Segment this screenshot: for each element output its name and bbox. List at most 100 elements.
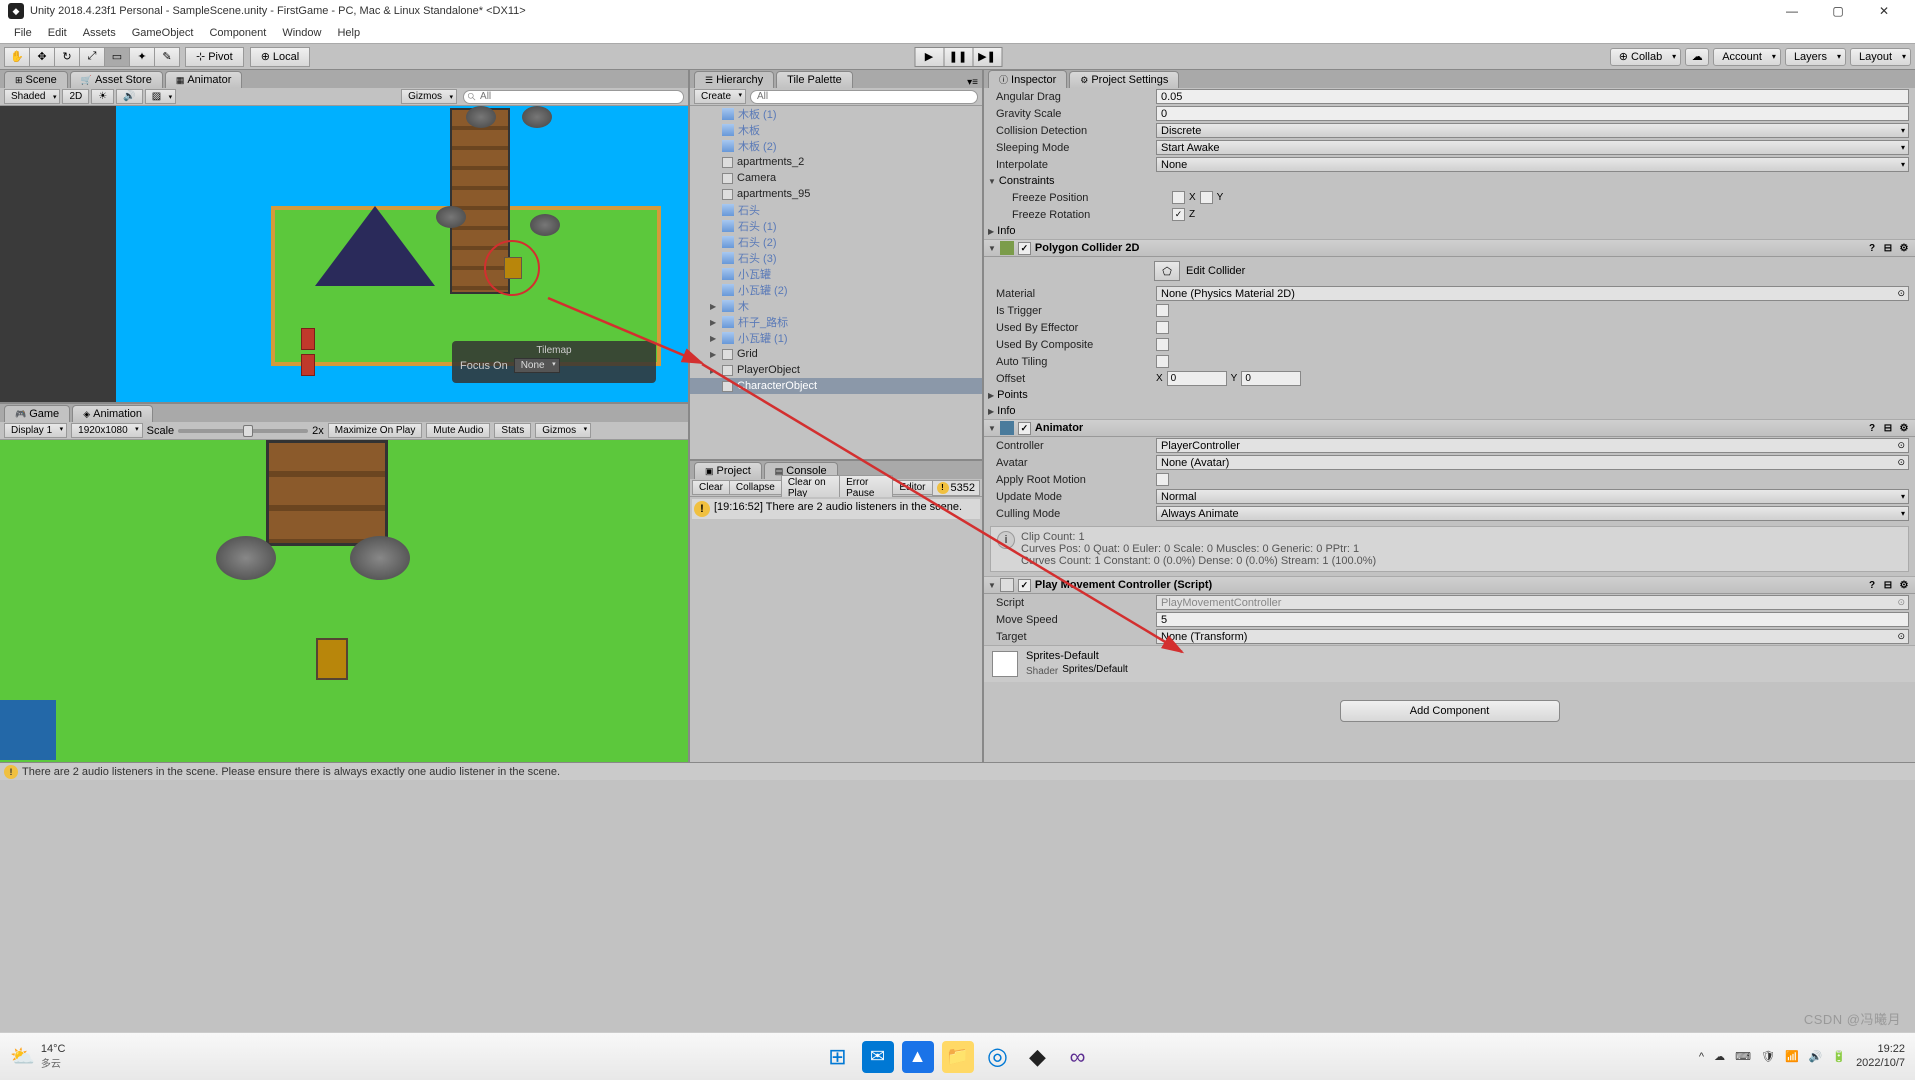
- tab-inspector[interactable]: ⓘInspector: [988, 70, 1067, 88]
- tab-scene[interactable]: ⊞Scene: [4, 71, 68, 88]
- freeze-y-checkbox[interactable]: [1200, 191, 1213, 204]
- add-component-button[interactable]: Add Component: [1340, 700, 1560, 722]
- tab-game[interactable]: 🎮Game: [4, 405, 70, 422]
- points-foldout[interactable]: ▶Points: [984, 387, 1915, 403]
- update-mode-select[interactable]: Normal: [1156, 489, 1909, 504]
- move-tool[interactable]: ✥: [29, 47, 55, 67]
- hierarchy-item[interactable]: apartments_95: [690, 186, 982, 202]
- 2d-toggle[interactable]: 2D: [62, 89, 89, 104]
- wifi-icon[interactable]: 📶: [1785, 1050, 1799, 1063]
- hand-tool[interactable]: ✋: [4, 47, 30, 67]
- chevron-up-icon[interactable]: ^: [1699, 1051, 1704, 1063]
- hierarchy-item[interactable]: ▶杆子_路标: [690, 314, 982, 330]
- gear-icon[interactable]: ⚙: [1897, 241, 1911, 255]
- hierarchy-item[interactable]: Camera: [690, 170, 982, 186]
- gear-icon[interactable]: ⚙: [1897, 578, 1911, 592]
- angular-drag-field[interactable]: 0.05: [1156, 89, 1909, 104]
- console-message[interactable]: ! [19:16:52] There are 2 audio listeners…: [692, 499, 980, 519]
- help-icon[interactable]: ?: [1865, 578, 1879, 592]
- menu-assets[interactable]: Assets: [75, 25, 124, 41]
- clear-button[interactable]: Clear: [692, 480, 730, 495]
- unity-app-icon[interactable]: ◆: [1022, 1041, 1054, 1073]
- weather-widget[interactable]: ⛅ 14°C多云: [10, 1043, 65, 1070]
- scene-view[interactable]: Tilemap Focus On None: [0, 106, 688, 402]
- tab-tile-palette[interactable]: Tile Palette: [776, 71, 853, 88]
- freeze-z-checkbox[interactable]: ✓: [1172, 208, 1185, 221]
- preset-icon[interactable]: ⊟: [1881, 421, 1895, 435]
- tab-animator[interactable]: ▦Animator: [165, 71, 243, 88]
- collapse-button[interactable]: Collapse: [729, 480, 782, 495]
- hierarchy-item[interactable]: ▶PlayerObject: [690, 362, 982, 378]
- resolution-select[interactable]: 1920x1080: [71, 423, 143, 438]
- hierarchy-item[interactable]: 木板 (1): [690, 106, 982, 122]
- custom-tool[interactable]: ✎: [154, 47, 180, 67]
- controller-field[interactable]: PlayerController: [1156, 438, 1909, 453]
- transform-tool[interactable]: ✦: [129, 47, 155, 67]
- preset-icon[interactable]: ⊟: [1881, 578, 1895, 592]
- hierarchy-item[interactable]: CharacterObject: [690, 378, 982, 394]
- focus-on-select[interactable]: None: [514, 358, 560, 373]
- hierarchy-item[interactable]: 木板 (2): [690, 138, 982, 154]
- hierarchy-item[interactable]: 石头 (2): [690, 234, 982, 250]
- used-by-effector-checkbox[interactable]: [1156, 321, 1169, 334]
- is-trigger-checkbox[interactable]: [1156, 304, 1169, 317]
- pivot-toggle[interactable]: ⊹ Pivot: [185, 47, 244, 67]
- target-field[interactable]: None (Transform): [1156, 629, 1909, 644]
- tab-asset-store[interactable]: 🛒Asset Store: [70, 71, 163, 88]
- freeze-x-checkbox[interactable]: [1172, 191, 1185, 204]
- help-icon[interactable]: ?: [1865, 241, 1879, 255]
- polygon-collider-header[interactable]: ▼✓Polygon Collider 2D ?⊟⚙: [984, 239, 1915, 257]
- account-dropdown[interactable]: Account: [1713, 48, 1781, 66]
- auto-tiling-checkbox[interactable]: [1156, 355, 1169, 368]
- onedrive-icon[interactable]: ☁: [1714, 1050, 1725, 1063]
- offset-y-field[interactable]: 0: [1241, 371, 1301, 386]
- hierarchy-item[interactable]: apartments_2: [690, 154, 982, 170]
- volume-icon[interactable]: 🔊: [1809, 1050, 1823, 1063]
- hierarchy-item[interactable]: 石头 (1): [690, 218, 982, 234]
- menu-file[interactable]: File: [6, 25, 40, 41]
- menu-gameobject[interactable]: GameObject: [124, 25, 202, 41]
- gizmos-game[interactable]: Gizmos: [535, 423, 591, 438]
- sleeping-mode-select[interactable]: Start Awake: [1156, 140, 1909, 155]
- gravity-scale-field[interactable]: 0: [1156, 106, 1909, 121]
- gear-icon[interactable]: ⚙: [1897, 421, 1911, 435]
- tab-hierarchy[interactable]: ☰Hierarchy: [694, 71, 774, 88]
- maximize-on-play[interactable]: Maximize On Play: [328, 423, 423, 438]
- stats-button[interactable]: Stats: [494, 423, 531, 438]
- create-button[interactable]: Create: [694, 89, 746, 104]
- console-body[interactable]: ! [19:16:52] There are 2 audio listeners…: [690, 497, 982, 762]
- gizmos-dropdown[interactable]: Gizmos: [401, 89, 457, 104]
- clock[interactable]: 19:222022/10/7: [1856, 1043, 1905, 1069]
- light-toggle[interactable]: ☀: [91, 89, 114, 104]
- offset-x-field[interactable]: 0: [1167, 371, 1227, 386]
- scale-slider[interactable]: [178, 429, 308, 433]
- material-header[interactable]: Sprites-Default ShaderSprites/Default: [984, 645, 1915, 682]
- move-speed-field[interactable]: 5: [1156, 612, 1909, 627]
- hierarchy-search[interactable]: [750, 90, 978, 104]
- collision-detection-select[interactable]: Discrete: [1156, 123, 1909, 138]
- menu-edit[interactable]: Edit: [40, 25, 75, 41]
- menu-component[interactable]: Component: [201, 25, 274, 41]
- sound-toggle[interactable]: 🔊: [116, 89, 142, 104]
- game-view[interactable]: [0, 440, 688, 762]
- apply-root-checkbox[interactable]: [1156, 473, 1169, 486]
- warning-count[interactable]: !5352: [932, 480, 980, 496]
- hierarchy-item[interactable]: ▶Grid: [690, 346, 982, 362]
- minimize-button[interactable]: —: [1769, 0, 1815, 22]
- menu-help[interactable]: Help: [329, 25, 368, 41]
- scale-tool[interactable]: ⤢: [79, 47, 105, 67]
- edit-collider-button[interactable]: ⬠: [1154, 261, 1180, 281]
- cloud-button[interactable]: ☁: [1685, 48, 1709, 66]
- help-icon[interactable]: ?: [1865, 421, 1879, 435]
- tab-project[interactable]: ▣Project: [694, 462, 762, 479]
- hierarchy-tree[interactable]: 木板 (1)木板木板 (2)apartments_2Cameraapartmen…: [690, 106, 982, 459]
- maximize-button[interactable]: ▢: [1815, 0, 1861, 22]
- script-component-header[interactable]: ▼✓Play Movement Controller (Script) ?⊟⚙: [984, 576, 1915, 594]
- tab-animation[interactable]: ◈Animation: [72, 405, 153, 422]
- culling-mode-select[interactable]: Always Animate: [1156, 506, 1909, 521]
- mail-app-icon[interactable]: ✉: [862, 1041, 894, 1073]
- panel-menu-icon[interactable]: ▾≡: [963, 77, 982, 88]
- photos-app-icon[interactable]: ▲: [902, 1041, 934, 1073]
- fx-toggle[interactable]: ▨: [145, 89, 176, 104]
- interpolate-select[interactable]: None: [1156, 157, 1909, 172]
